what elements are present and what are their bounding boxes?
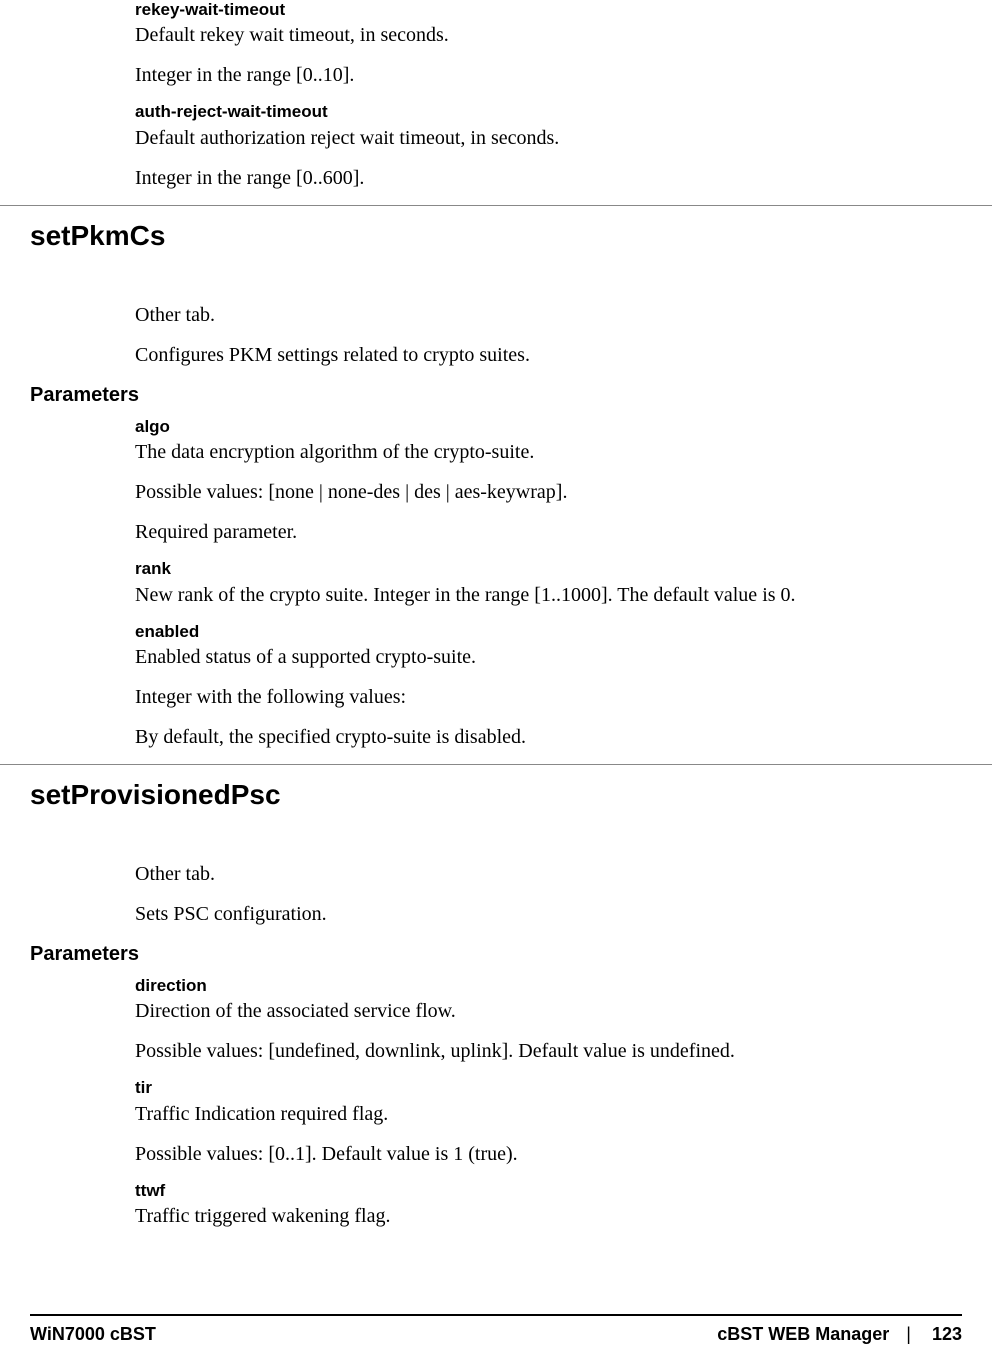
param-range-rekey: Integer in the range [0..10].	[135, 62, 952, 88]
param-name-rank: rank	[135, 559, 952, 579]
top-params-block: rekey-wait-timeout Default rekey wait ti…	[135, 0, 952, 191]
param-int-enabled: Integer with the following values:	[135, 684, 952, 710]
param-desc-rank: New rank of the crypto suite. Integer in…	[135, 582, 952, 608]
param-values-tir: Possible values: [0..1]. Default value i…	[135, 1141, 952, 1167]
parameters-heading: Parameters	[30, 384, 952, 407]
section-tab-setpkmcs: Other tab.	[135, 302, 952, 328]
document-page: rekey-wait-timeout Default rekey wait ti…	[0, 0, 992, 1365]
param-name-algo: algo	[135, 417, 952, 437]
section-setprovisionedpsc: setProvisionedPsc	[30, 779, 992, 811]
section-body-setprovisionedpsc: Other tab. Sets PSC configuration.	[135, 861, 952, 927]
section-desc-setpkmcs: Configures PKM settings related to crypt…	[135, 342, 952, 368]
footer-left: WiN7000 cBST	[30, 1324, 156, 1345]
param-desc-ttwf: Traffic triggered wakening flag.	[135, 1203, 952, 1229]
params-setpkmcs: algo The data encryption algorithm of th…	[135, 417, 952, 750]
section-setpkmcs: setPkmCs	[30, 220, 992, 252]
param-required-algo: Required parameter.	[135, 519, 952, 545]
section-divider	[0, 205, 992, 206]
param-desc-direction: Direction of the associated service flow…	[135, 998, 952, 1024]
section-body-setpkmcs: Other tab. Configures PKM settings relat…	[135, 302, 952, 368]
param-values-direction: Possible values: [undefined, downlink, u…	[135, 1038, 952, 1064]
footer-rule	[30, 1314, 962, 1316]
param-values-algo: Possible values: [none | none-des | des …	[135, 479, 952, 505]
param-range-auth-reject: Integer in the range [0..600].	[135, 165, 952, 191]
param-name-ttwf: ttwf	[135, 1181, 952, 1201]
param-desc-rekey: Default rekey wait timeout, in seconds.	[135, 22, 952, 48]
param-name-rekey: rekey-wait-timeout	[135, 0, 952, 20]
param-name-enabled: enabled	[135, 622, 952, 642]
footer-separator: |	[906, 1324, 911, 1344]
footer-manual-title: cBST WEB Manager	[717, 1324, 889, 1344]
param-name-direction: direction	[135, 976, 952, 996]
page-footer: WiN7000 cBST cBST WEB Manager | 123	[0, 1314, 992, 1345]
footer-page-number: 123	[928, 1324, 962, 1344]
param-desc-tir: Traffic Indication required flag.	[135, 1101, 952, 1127]
section-heading-setpkmcs: setPkmCs	[30, 220, 992, 252]
section-desc-setprovisionedpsc: Sets PSC configuration.	[135, 901, 952, 927]
section-tab-setprovisionedpsc: Other tab.	[135, 861, 952, 887]
section-divider	[0, 764, 992, 765]
params-setprovisionedpsc: direction Direction of the associated se…	[135, 976, 952, 1229]
param-desc-enabled: Enabled status of a supported crypto-sui…	[135, 644, 952, 670]
param-name-auth-reject: auth-reject-wait-timeout	[135, 102, 952, 122]
param-desc-auth-reject: Default authorization reject wait timeou…	[135, 125, 952, 151]
param-default-enabled: By default, the specified crypto-suite i…	[135, 724, 952, 750]
footer-right: cBST WEB Manager | 123	[717, 1324, 962, 1345]
section-heading-setprovisionedpsc: setProvisionedPsc	[30, 779, 992, 811]
param-name-tir: tir	[135, 1078, 952, 1098]
param-desc-algo: The data encryption algorithm of the cry…	[135, 439, 952, 465]
parameters-heading: Parameters	[30, 943, 952, 966]
